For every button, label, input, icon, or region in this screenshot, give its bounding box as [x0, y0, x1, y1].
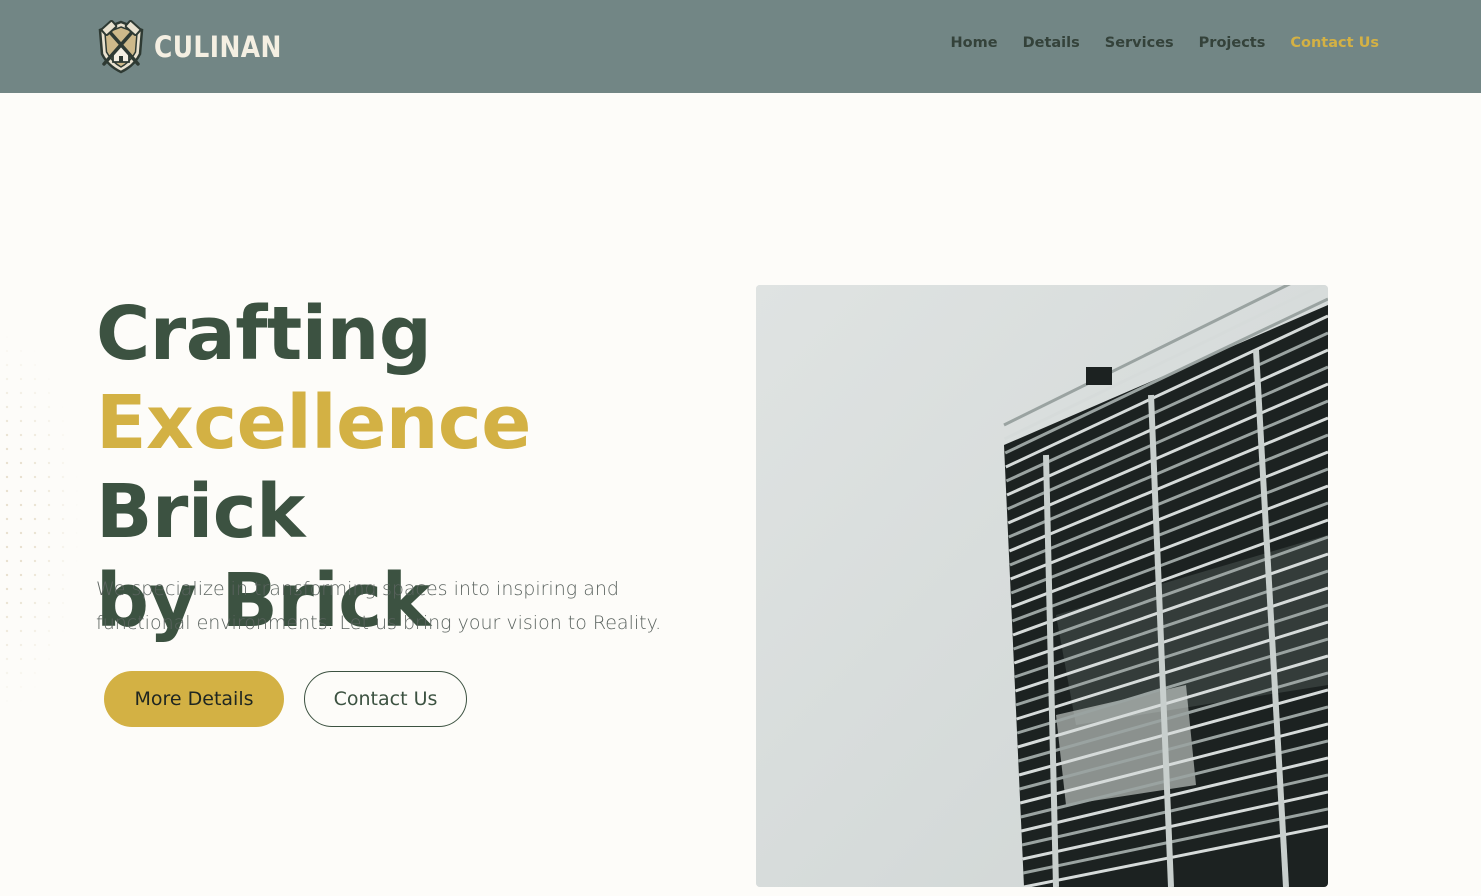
brand-name: CULINAN	[154, 30, 282, 64]
main-nav: Home Details Services Projects Contact U…	[951, 35, 1379, 51]
hero-heading-line-1: Crafting	[96, 291, 432, 377]
nav-home[interactable]: Home	[951, 35, 998, 51]
nav-services[interactable]: Services	[1105, 35, 1174, 51]
site-header: CULINAN Home Details Services Projects C…	[0, 0, 1481, 93]
crossed-hammers-logo-icon	[98, 20, 144, 74]
hero-heading-accent: Excellence	[96, 380, 532, 466]
facade-fixture	[1086, 367, 1112, 385]
building-facade-image	[756, 285, 1328, 887]
nav-projects[interactable]: Projects	[1199, 35, 1266, 51]
contact-us-button[interactable]: Contact Us	[304, 671, 467, 727]
hero-subtitle: We specialize in transforming spaces int…	[96, 578, 662, 634]
more-details-button[interactable]: More Details	[104, 671, 284, 727]
building-facade-illustration	[756, 285, 1328, 887]
hero-heading-line-2-rest: Brick	[96, 469, 305, 555]
brand-logo[interactable]: CULINAN	[96, 20, 303, 74]
nav-details[interactable]: Details	[1023, 35, 1080, 51]
nav-contact-us[interactable]: Contact Us	[1290, 35, 1379, 51]
